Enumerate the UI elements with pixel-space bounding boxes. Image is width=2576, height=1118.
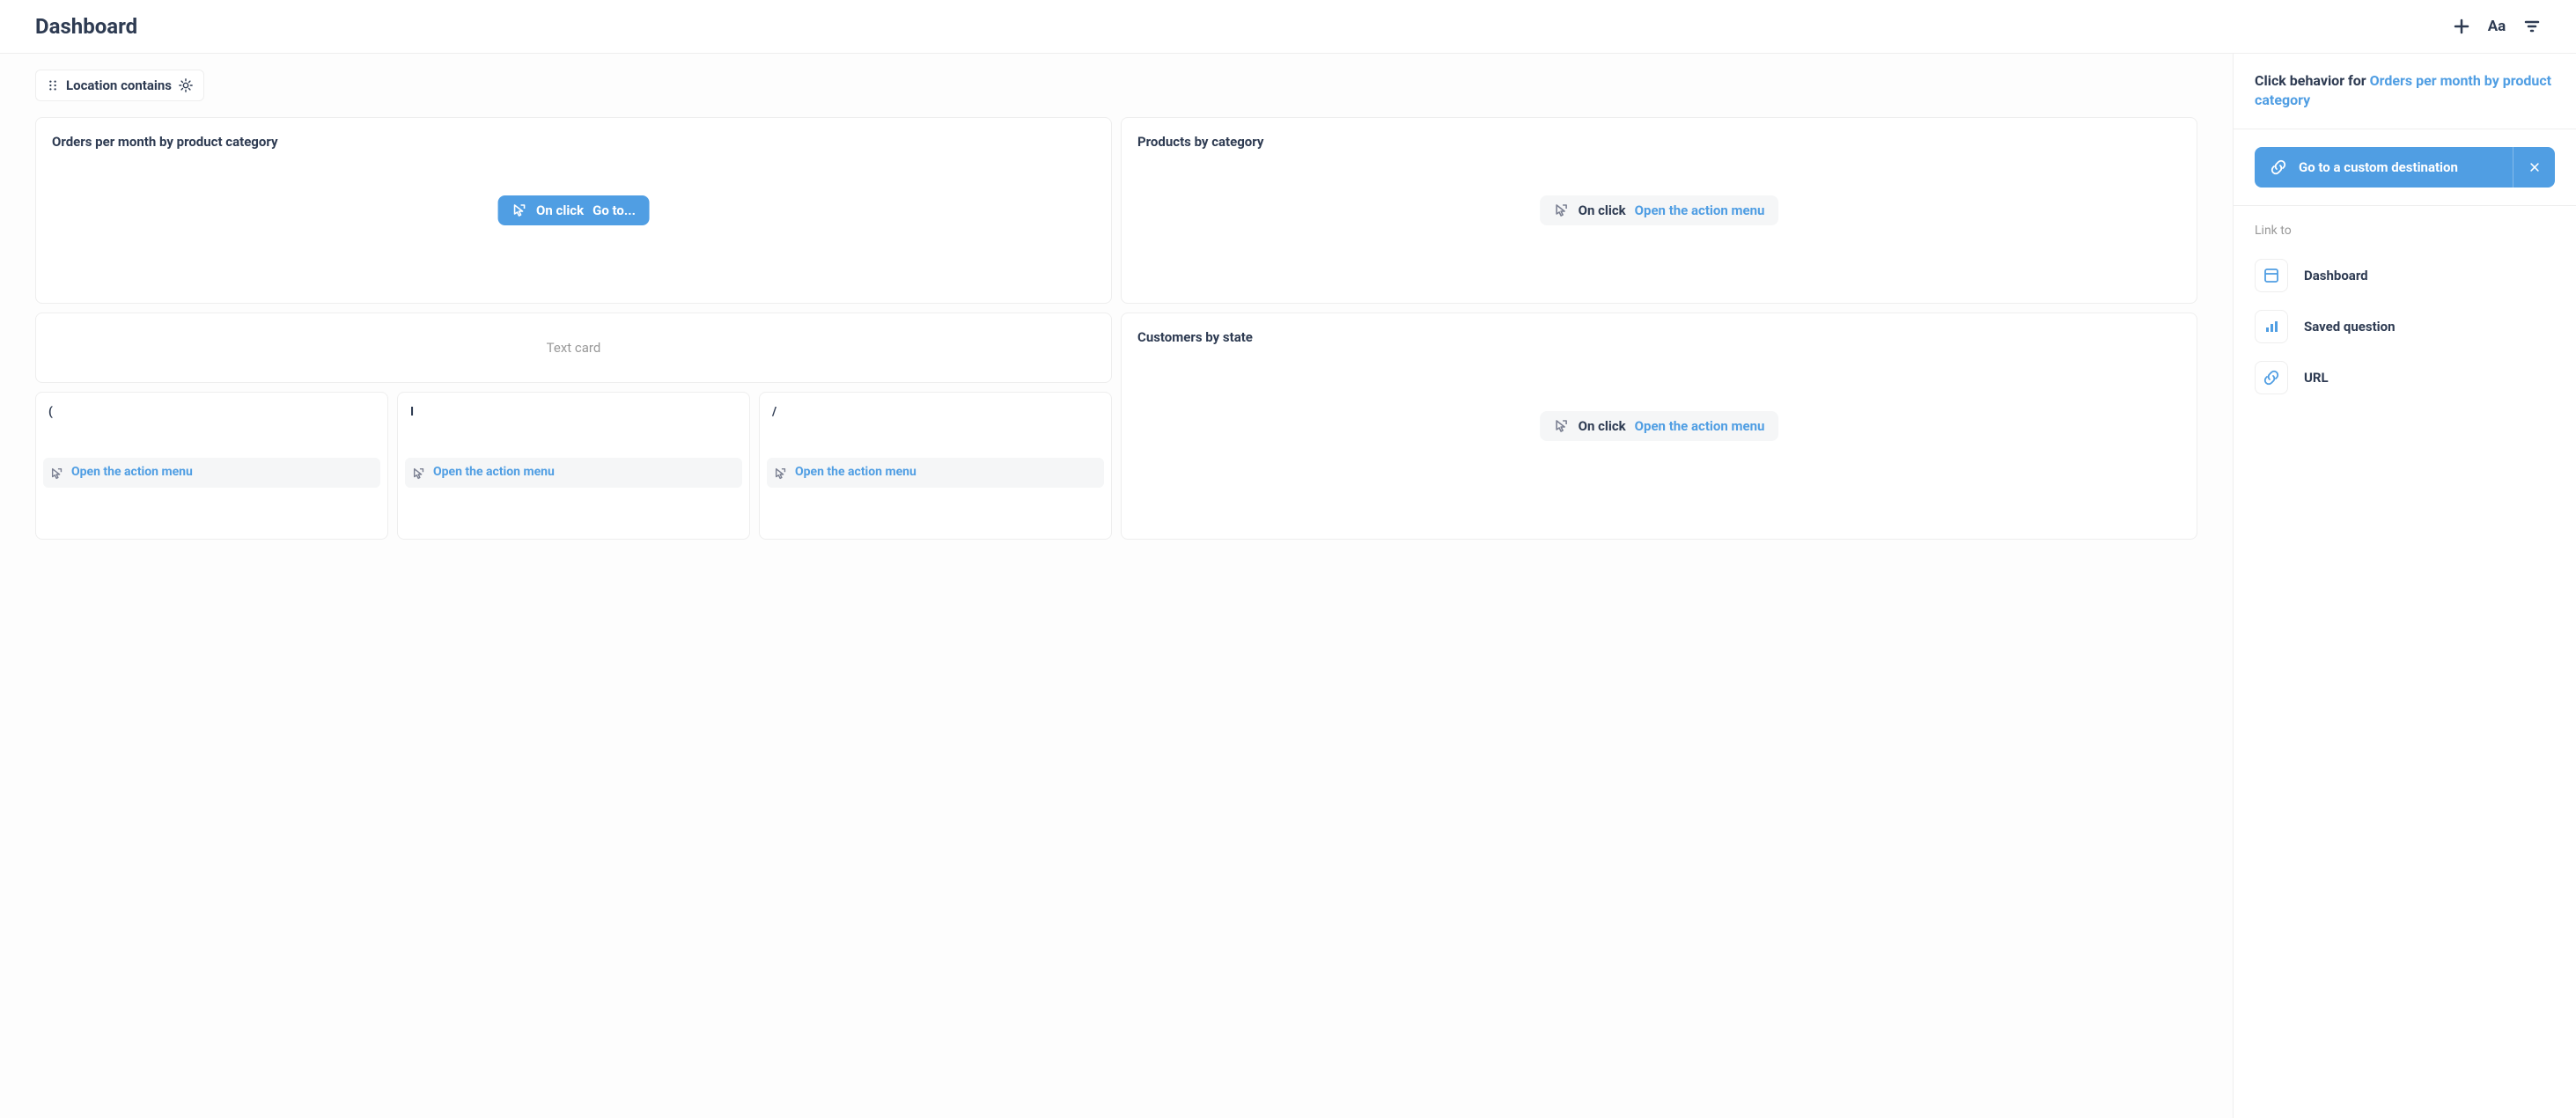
pill-action: Go to... — [592, 202, 636, 218]
linkto-item-label: URL — [2304, 370, 2329, 386]
card-title: Products by category — [1122, 118, 2197, 150]
card-products[interactable]: Products by category On click Open the a… — [1121, 117, 2197, 304]
sidebar-heading: Click behavior for Orders per month by p… — [2255, 71, 2555, 111]
click-behavior-pill[interactable]: Open the action menu — [43, 458, 380, 488]
link-icon — [2271, 159, 2286, 175]
linkto-item-label: Saved question — [2304, 319, 2396, 335]
pill-prefix: On click — [536, 202, 584, 218]
behavior-type-section: Go to a custom destination — [2234, 129, 2576, 206]
link-icon — [2255, 361, 2288, 394]
click-icon — [1554, 418, 1570, 434]
dashboard-canvas: Location contains Orders per month by pr… — [0, 54, 2233, 1118]
dashboard-icon — [2255, 259, 2288, 292]
linkto-dashboard[interactable]: Dashboard — [2255, 250, 2555, 301]
linkto-section: Link to Dashboard Saved question — [2234, 206, 2576, 421]
gear-icon[interactable] — [179, 78, 193, 92]
pill-action: Open the action menu — [433, 465, 555, 479]
heading-prefix: Click behavior for — [2255, 72, 2370, 89]
behavior-label: Go to a custom destination — [2299, 159, 2458, 175]
linkto-saved-question[interactable]: Saved question — [2255, 301, 2555, 352]
pill-prefix: On click — [1579, 418, 1626, 434]
filter-label: Location contains — [66, 77, 172, 93]
card-title: / — [760, 393, 1111, 419]
click-icon — [1554, 202, 1570, 218]
click-behavior-pill[interactable]: On click Open the action menu — [1540, 411, 1779, 441]
linkto-url[interactable]: URL — [2255, 352, 2555, 403]
card-title: I — [398, 393, 749, 419]
card-small-0[interactable]: ( Open the action menu — [35, 392, 388, 540]
click-icon — [50, 467, 64, 481]
text-card-placeholder: Text card — [547, 340, 601, 356]
pill-prefix: On click — [1579, 202, 1626, 218]
filter-chip[interactable]: Location contains — [35, 70, 204, 101]
bar-chart-icon — [2255, 310, 2288, 343]
card-text[interactable]: Text card — [35, 313, 1112, 383]
header-actions: Aa — [2453, 18, 2541, 35]
text-icon[interactable]: Aa — [2488, 18, 2506, 35]
pill-action: Open the action menu — [795, 465, 916, 479]
click-behavior-pill-selected[interactable]: On click Go to... — [497, 195, 650, 225]
card-orders[interactable]: Orders per month by product category On … — [35, 117, 1112, 304]
linkto-item-label: Dashboard — [2304, 268, 2368, 283]
card-title: ( — [36, 393, 387, 419]
click-icon — [512, 202, 527, 218]
filter-icon[interactable] — [2523, 18, 2541, 35]
click-behavior-pill[interactable]: On click Open the action menu — [1540, 195, 1779, 225]
page-title: Dashboard — [35, 14, 137, 39]
header: Dashboard Aa — [0, 0, 2576, 54]
linkto-label: Link to — [2255, 224, 2555, 238]
sidebar-heading-section: Click behavior for Orders per month by p… — [2234, 54, 2576, 129]
pill-action: Open the action menu — [71, 465, 193, 479]
click-icon — [412, 467, 426, 481]
card-title: Customers by state — [1122, 313, 2197, 345]
add-icon[interactable] — [2453, 18, 2470, 35]
behavior-selected: Go to a custom destination — [2255, 147, 2555, 188]
click-icon — [774, 467, 788, 481]
pill-action: Open the action menu — [1635, 202, 1765, 218]
card-title: Orders per month by product category — [36, 118, 1111, 150]
click-behavior-pill[interactable]: Open the action menu — [767, 458, 1104, 488]
grip-icon — [47, 78, 59, 92]
card-small-1[interactable]: I Open the action menu — [397, 392, 750, 540]
click-behavior-pill[interactable]: Open the action menu — [405, 458, 742, 488]
sidebar: Click behavior for Orders per month by p… — [2233, 54, 2576, 1118]
close-icon — [2528, 161, 2541, 173]
card-customers[interactable]: Customers by state On click Open the act… — [1121, 313, 2197, 540]
pill-action: Open the action menu — [1635, 418, 1765, 434]
card-small-2[interactable]: / Open the action menu — [759, 392, 1112, 540]
behavior-selected-main[interactable]: Go to a custom destination — [2255, 147, 2513, 188]
close-button[interactable] — [2513, 147, 2555, 188]
